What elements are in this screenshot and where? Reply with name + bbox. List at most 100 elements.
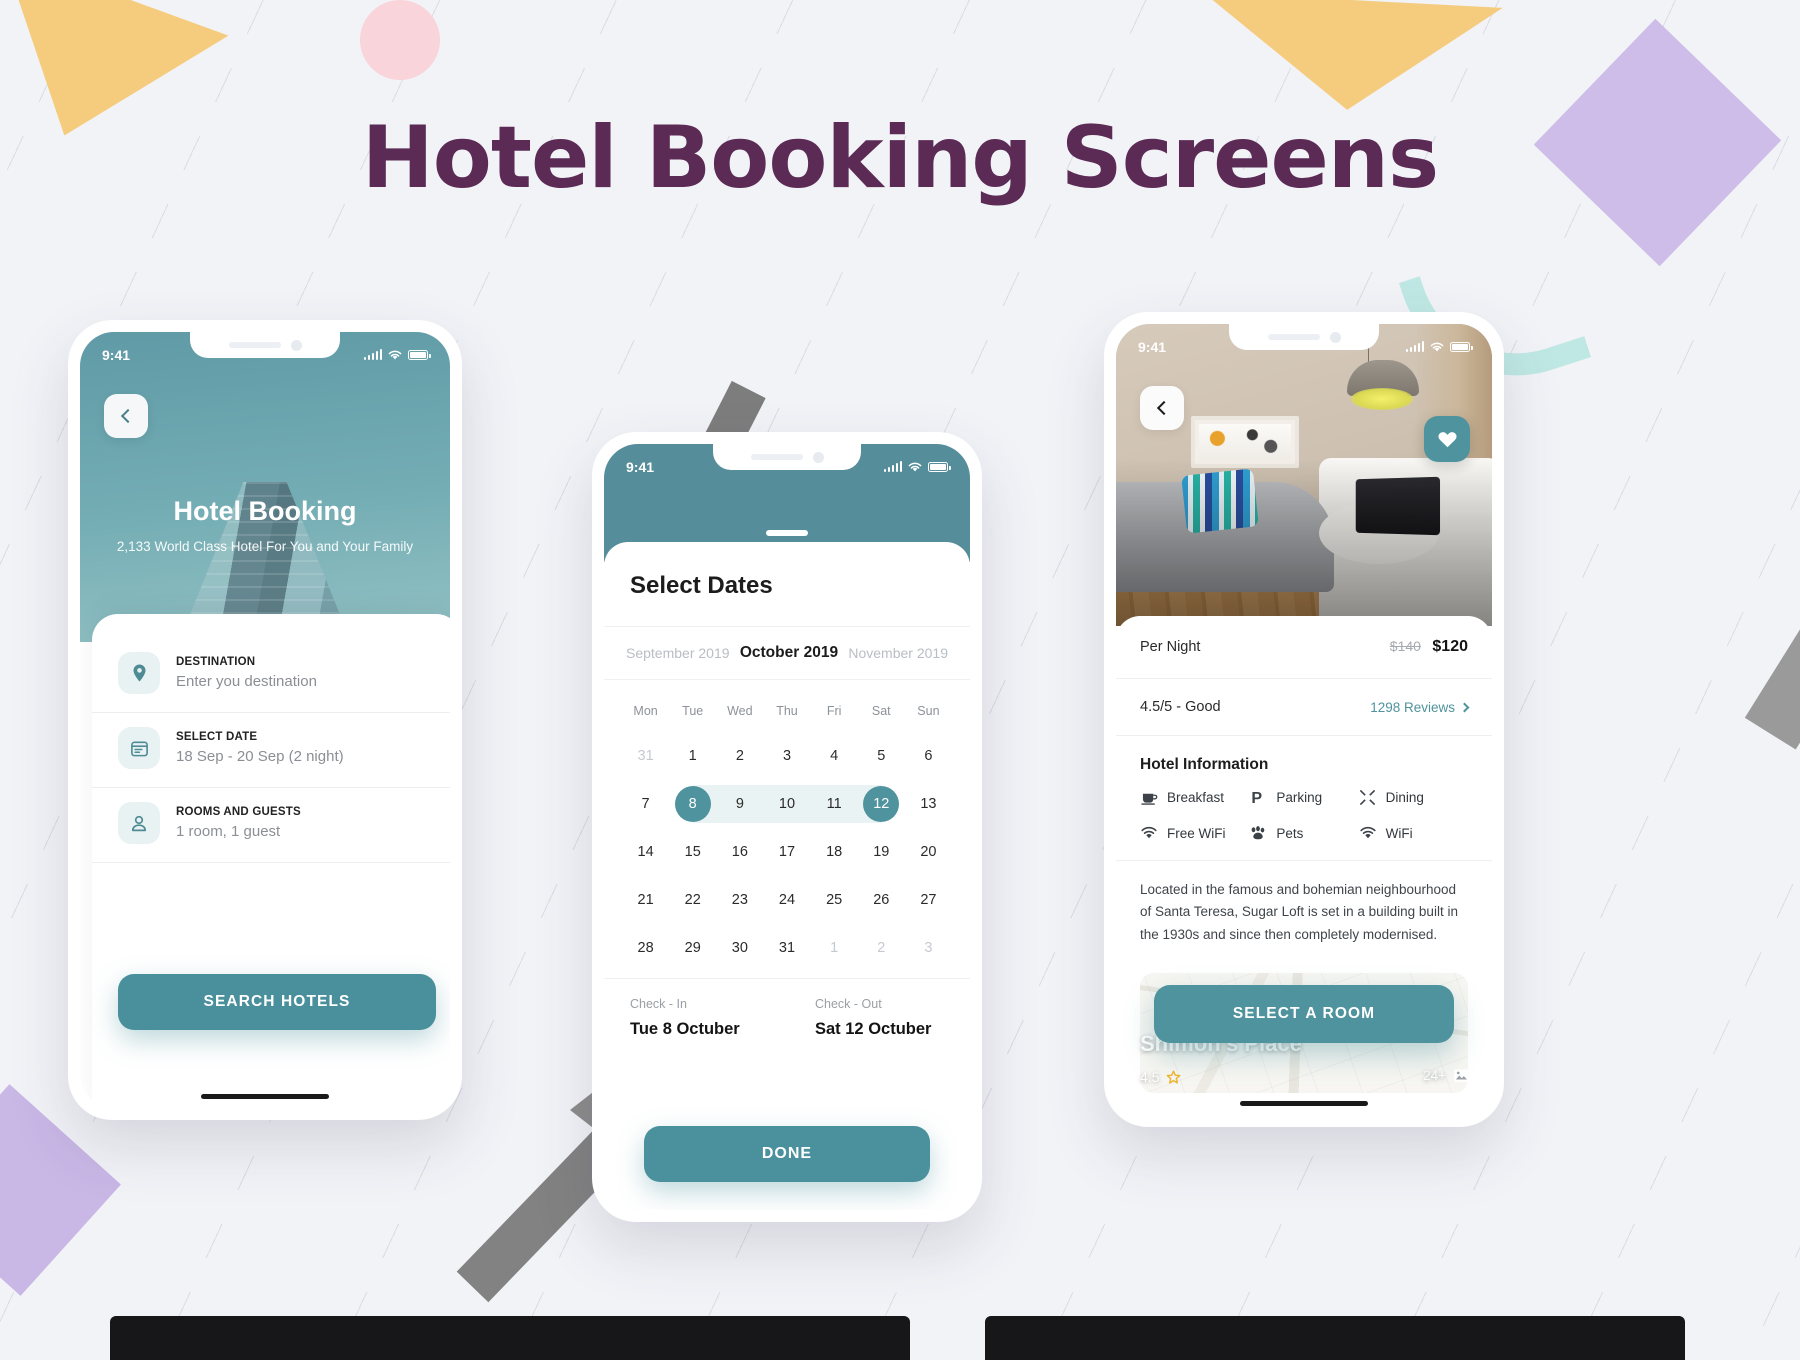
prev-month-label[interactable]: September 2019 <box>626 645 730 661</box>
calendar-day-cell[interactable]: 1 <box>669 732 716 780</box>
weekday-label: Mon <box>633 704 658 718</box>
select-date-field[interactable]: SELECT DATE 18 Sep - 20 Sep (2 night) <box>92 713 450 788</box>
camera-icon <box>1329 331 1341 343</box>
calendar-day-label: 11 <box>826 796 842 812</box>
destination-label: DESTINATION <box>176 656 256 668</box>
sheet-grabber[interactable] <box>766 530 808 536</box>
calendar-day-cell[interactable]: 15 <box>669 828 716 876</box>
image-icon <box>1454 1069 1469 1082</box>
hotel-rating: 4.5 <box>1140 1069 1181 1085</box>
favorite-button[interactable] <box>1424 416 1470 462</box>
calendar-day-cell[interactable]: 20 <box>905 828 952 876</box>
select-a-room-button[interactable]: SELECT A ROOM <box>1154 985 1454 1043</box>
star-icon <box>1167 1070 1181 1084</box>
destination-field[interactable]: DESTINATION Enter you destination <box>92 638 450 713</box>
weekday-label: Thu <box>776 704 798 718</box>
calendar-day-cell[interactable]: 12 <box>857 780 905 828</box>
sheet-heading: Select Dates <box>630 572 773 599</box>
destination-input[interactable]: Enter you destination <box>176 673 317 690</box>
amenity-breakfast: Breakfast <box>1140 788 1249 806</box>
calendar-day-cell[interactable]: 3 <box>763 732 810 780</box>
search-hotels-button[interactable]: SEARCH HOTELS <box>118 974 436 1030</box>
calendar-day-cell[interactable]: 28 <box>622 924 669 972</box>
phone-mockup-hotel-detail: 9:41 Shimon’s Place 4.5 24+ Per Night $1… <box>1104 312 1504 1127</box>
calendar-day-cell[interactable]: 21 <box>622 876 669 924</box>
calendar-day-cell[interactable]: 22 <box>669 876 716 924</box>
reviews-link[interactable]: 1298 Reviews <box>1370 700 1470 715</box>
calendar-day-cell[interactable]: 2 <box>716 732 763 780</box>
weekday-label: Tue <box>682 704 704 718</box>
calendar-day-cell: 3 <box>905 924 952 972</box>
amenity-dining: Dining <box>1359 788 1468 806</box>
calendar-day-cell[interactable]: 16 <box>716 828 763 876</box>
screen-calendar: 9:41 Select Dates September 2019 October… <box>604 444 970 1210</box>
next-month-label[interactable]: November 2019 <box>848 645 948 661</box>
calendar-day-cell[interactable]: 5 <box>858 732 905 780</box>
calendar-day-label: 26 <box>873 892 890 908</box>
calendar-day-cell[interactable]: 10 <box>763 780 811 828</box>
amenity-wifi: WiFi <box>1359 824 1468 842</box>
wifi-icon <box>1430 342 1444 352</box>
calendar-day-cell[interactable]: 31 <box>763 924 810 972</box>
back-button[interactable] <box>1140 386 1184 430</box>
check-in-out-row: Check - In Tue 8 Octuber Check - Out Sat… <box>604 978 970 1051</box>
month-switcher: September 2019 October 2019 November 201… <box>604 626 970 680</box>
calendar-day-cell[interactable]: 25 <box>811 876 858 924</box>
battery-icon <box>1450 342 1473 352</box>
status-icons <box>363 349 431 361</box>
calendar-day-cell[interactable]: 17 <box>763 828 810 876</box>
rooms-guests-value[interactable]: 1 room, 1 guest <box>176 823 301 840</box>
weekday-header: Mon Tue Wed Thu Fri Sat Sun <box>622 694 952 732</box>
location-pin-icon <box>118 652 160 694</box>
check-in-block[interactable]: Check - In Tue 8 Octuber <box>630 997 759 1039</box>
calendar-day-cell[interactable]: 6 <box>905 732 952 780</box>
calendar-day-cell[interactable]: 14 <box>622 828 669 876</box>
notch <box>190 332 340 358</box>
calendar-day-cell[interactable]: 30 <box>716 924 763 972</box>
chevron-left-icon <box>120 408 136 424</box>
calendar-day-label: 31 <box>637 748 654 764</box>
wifi-icon <box>908 462 922 472</box>
select-date-value[interactable]: 18 Sep - 20 Sep (2 night) <box>176 748 344 765</box>
amenities-grid: Breakfast P Parking Dining Free WiFi Pet… <box>1116 778 1492 861</box>
calendar-day-label: 21 <box>637 892 654 908</box>
calendar-day-label: 7 <box>641 796 650 812</box>
signal-icon <box>1405 341 1424 352</box>
back-button[interactable] <box>104 394 148 438</box>
calendar-day-cell[interactable]: 27 <box>905 876 952 924</box>
calendar-day-cell[interactable]: 23 <box>716 876 763 924</box>
photo-count[interactable]: 24+ <box>1423 1068 1470 1083</box>
check-in-value: Tue 8 Octuber <box>630 1020 740 1038</box>
calendar-day-label: 24 <box>778 892 796 908</box>
calendar-day-cell[interactable]: 13 <box>905 780 952 828</box>
reviews-row[interactable]: 4.5/5 - Good 1298 Reviews <box>1116 679 1492 736</box>
calendar-day-cell[interactable]: 11 <box>810 780 858 828</box>
calendar-day-label: 30 <box>731 940 748 956</box>
calendar-day-cell[interactable]: 24 <box>763 876 810 924</box>
battery-icon <box>408 350 431 360</box>
calendar-day-cell[interactable]: 8 <box>669 780 717 828</box>
old-price: $140 <box>1389 638 1421 654</box>
done-button[interactable]: DONE <box>644 1126 930 1182</box>
rating-value: 4.5 <box>1140 1069 1160 1085</box>
check-out-block[interactable]: Check - Out Sat 12 Octuber <box>789 997 944 1039</box>
calendar-day-cell[interactable]: 29 <box>669 924 716 972</box>
calendar-day-cell[interactable]: 26 <box>858 876 905 924</box>
calendar-day-cell[interactable]: 4 <box>811 732 858 780</box>
calendar-day-cell[interactable]: 7 <box>622 780 669 828</box>
speaker-icon <box>1267 334 1320 340</box>
chevron-right-icon <box>1459 702 1470 712</box>
calendar-day-label: 17 <box>778 844 796 860</box>
hero-title: Hotel Booking <box>173 496 357 526</box>
hero-banner <box>80 332 450 642</box>
price-values: $140 $120 <box>1390 638 1468 656</box>
rooms-guests-field[interactable]: ROOMS AND GUESTS 1 room, 1 guest <box>92 788 450 863</box>
calendar-week-row: 7 8 9 10 11 12 13 <box>622 780 952 828</box>
calendar-day-label: 15 <box>684 844 701 860</box>
calendar-day-cell[interactable]: 9 <box>716 780 764 828</box>
calendar-grid: Mon Tue Wed Thu Fri Sat Sun 31 1 2 3 4 5 6 7 8 9 1… <box>604 680 970 978</box>
calendar-day-cell[interactable]: 19 <box>858 828 905 876</box>
calendar-day-cell[interactable]: 18 <box>811 828 858 876</box>
signal-icon <box>883 461 902 472</box>
wifi-icon <box>1140 824 1158 842</box>
